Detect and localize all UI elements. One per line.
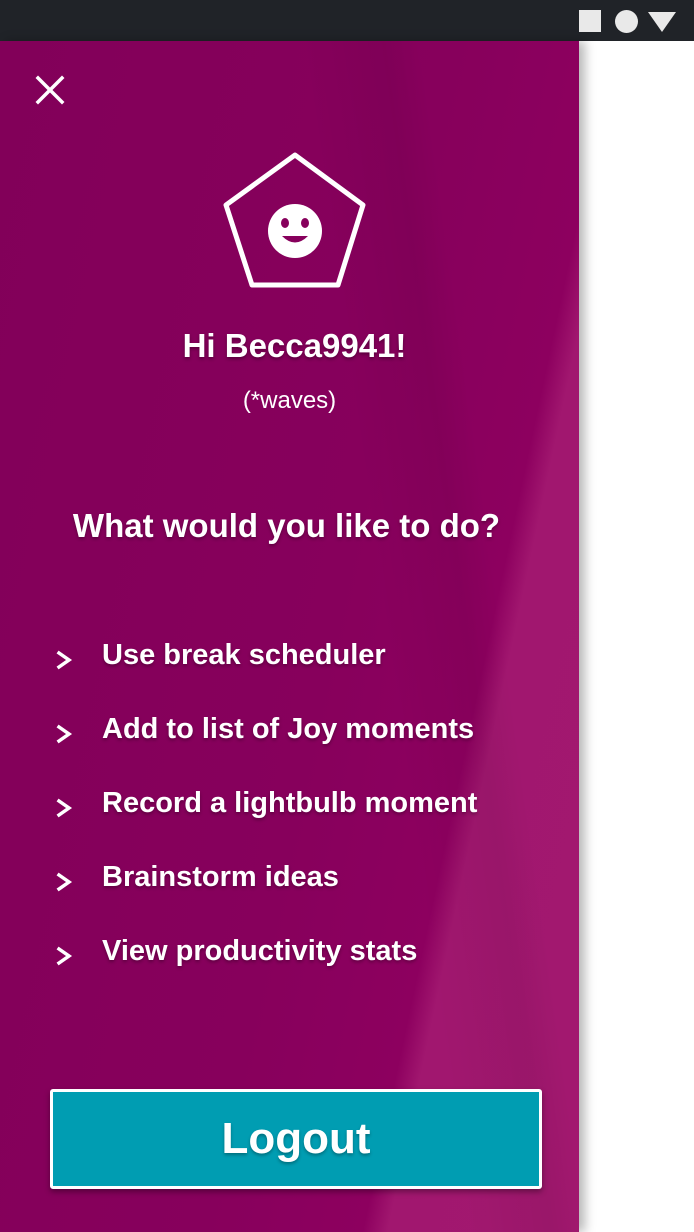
menu-item-label: Add to list of Joy moments: [102, 713, 475, 745]
menu-item-joy-moments[interactable]: Add to list of Joy moments: [52, 711, 572, 785]
chevron-right-icon: [56, 872, 73, 892]
menu-item-label: Record a lightbulb moment: [102, 787, 478, 819]
menu-item-label: Brainstorm ideas: [102, 861, 339, 893]
menu-item-label: View productivity stats: [102, 935, 418, 967]
square-icon[interactable]: [579, 10, 601, 32]
menu-item-lightbulb-moment[interactable]: Record a lightbulb moment: [52, 785, 572, 859]
pentagon-smiley-icon: [220, 149, 370, 293]
chevron-right-icon: [56, 798, 73, 818]
menu-item-brainstorm[interactable]: Brainstorm ideas: [52, 859, 572, 933]
action-menu: Use break scheduler Add to list of Joy m…: [52, 637, 572, 1007]
menu-item-break-scheduler[interactable]: Use break scheduler: [52, 637, 572, 711]
triangle-down-icon[interactable]: [648, 12, 676, 32]
close-icon[interactable]: [28, 69, 72, 113]
status-bar: [0, 0, 694, 41]
greeting-title: Hi Becca9941!: [182, 327, 407, 364]
circle-icon[interactable]: [615, 10, 638, 33]
menu-item-label: Use break scheduler: [102, 639, 386, 671]
chevron-right-icon: [56, 724, 73, 744]
logout-button[interactable]: Logout: [50, 1089, 542, 1189]
greeting-subtitle: (*waves): [242, 387, 337, 414]
navigation-drawer: Hi Becca9941! (*waves) What would you li…: [0, 41, 579, 1232]
chevron-right-icon: [56, 946, 73, 966]
menu-prompt: What would you like to do?: [72, 507, 501, 544]
menu-item-productivity-stats[interactable]: View productivity stats: [52, 933, 572, 1007]
chevron-right-icon: [56, 650, 73, 670]
